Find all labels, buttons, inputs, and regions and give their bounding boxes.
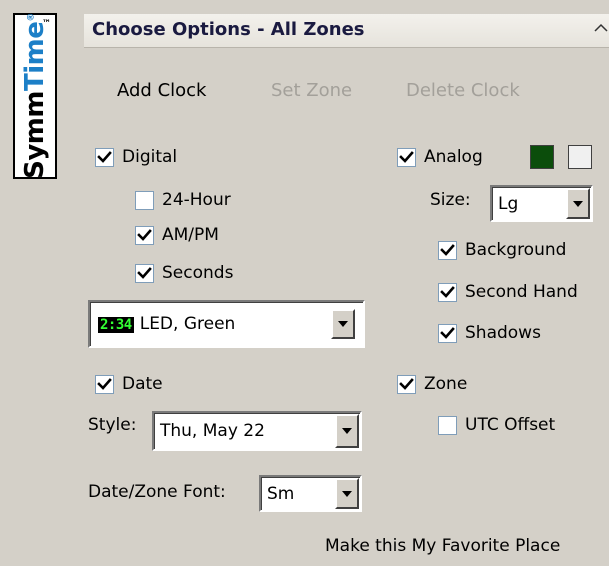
analog-checkbox[interactable] xyxy=(397,147,416,167)
zone-label: Zone xyxy=(424,374,468,394)
utc-offset-option[interactable]: UTC Offset xyxy=(438,415,555,435)
digital-style-value: LED, Green xyxy=(139,314,236,334)
delete-clock-link[interactable]: Delete Clock xyxy=(406,80,520,101)
logo-symm-text: Symm xyxy=(20,91,50,179)
ampm-label: AM/PM xyxy=(162,225,219,245)
date-style-select[interactable]: Thu, May 22 xyxy=(152,411,362,451)
digital-style-select[interactable]: 2:34 LED, Green xyxy=(88,300,365,348)
make-favorite-place-link[interactable]: Make this My Favorite Place xyxy=(325,536,560,556)
panel-header: Choose Options - All Zones xyxy=(84,14,609,48)
chevron-down-icon[interactable] xyxy=(335,414,359,448)
hour24-label: 24-Hour xyxy=(162,190,231,210)
background-checkbox[interactable] xyxy=(438,240,457,260)
background-option[interactable]: Background xyxy=(438,240,566,260)
ampm-option[interactable]: AM/PM xyxy=(135,225,219,245)
analog-face-color-swatch[interactable] xyxy=(530,145,554,169)
date-style-label: Style: xyxy=(88,415,137,435)
analog-option[interactable]: Analog xyxy=(397,147,483,167)
date-style-value: Thu, May 22 xyxy=(160,421,265,441)
seconds-checkbox[interactable] xyxy=(135,263,154,283)
background-label: Background xyxy=(465,240,567,260)
led-clock-preview: 2:34 xyxy=(98,317,134,333)
set-zone-link[interactable]: Set Zone xyxy=(271,80,352,101)
panel-title: Choose Options - All Zones xyxy=(92,19,365,40)
logo-time-text: Time xyxy=(20,21,50,92)
collapse-up-icon[interactable] xyxy=(593,20,609,36)
date-label: Date xyxy=(122,374,163,394)
second-hand-option[interactable]: Second Hand xyxy=(438,282,578,302)
second-hand-label: Second Hand xyxy=(465,282,578,302)
size-value: Lg xyxy=(498,193,519,214)
size-select[interactable]: Lg xyxy=(490,185,593,222)
digital-checkbox[interactable] xyxy=(95,147,114,167)
analog-background-color-swatch[interactable] xyxy=(568,145,592,169)
logo-registered-mark: ® xyxy=(26,13,37,22)
zone-checkbox[interactable] xyxy=(397,374,416,394)
seconds-option[interactable]: Seconds xyxy=(135,263,233,283)
hour24-checkbox[interactable] xyxy=(135,190,154,210)
hour24-option[interactable]: 24-Hour xyxy=(135,190,231,210)
zone-option[interactable]: Zone xyxy=(397,374,467,394)
date-zone-font-value: Sm xyxy=(267,483,295,504)
digital-label: Digital xyxy=(122,147,178,167)
utc-offset-checkbox[interactable] xyxy=(438,415,457,435)
chevron-down-icon[interactable] xyxy=(335,478,359,509)
date-zone-font-select[interactable]: Sm xyxy=(259,475,362,512)
date-checkbox[interactable] xyxy=(95,374,114,394)
shadows-checkbox[interactable] xyxy=(438,323,457,343)
chevron-down-icon[interactable] xyxy=(331,309,355,339)
analog-label: Analog xyxy=(424,147,483,167)
ampm-checkbox[interactable] xyxy=(135,225,154,245)
symmtime-logo: SymmTime® ™ xyxy=(13,13,57,179)
chevron-down-icon[interactable] xyxy=(566,188,590,219)
seconds-label: Seconds xyxy=(162,263,234,283)
date-option[interactable]: Date xyxy=(95,374,163,394)
shadows-option[interactable]: Shadows xyxy=(438,323,541,343)
size-label: Size: xyxy=(430,190,471,210)
add-clock-link[interactable]: Add Clock xyxy=(117,80,206,101)
second-hand-checkbox[interactable] xyxy=(438,282,457,302)
utc-offset-label: UTC Offset xyxy=(465,415,556,435)
logo-tm-mark: ™ xyxy=(42,19,51,29)
shadows-label: Shadows xyxy=(465,323,541,343)
digital-option[interactable]: Digital xyxy=(95,147,177,167)
date-zone-font-label: Date/Zone Font: xyxy=(88,482,226,502)
